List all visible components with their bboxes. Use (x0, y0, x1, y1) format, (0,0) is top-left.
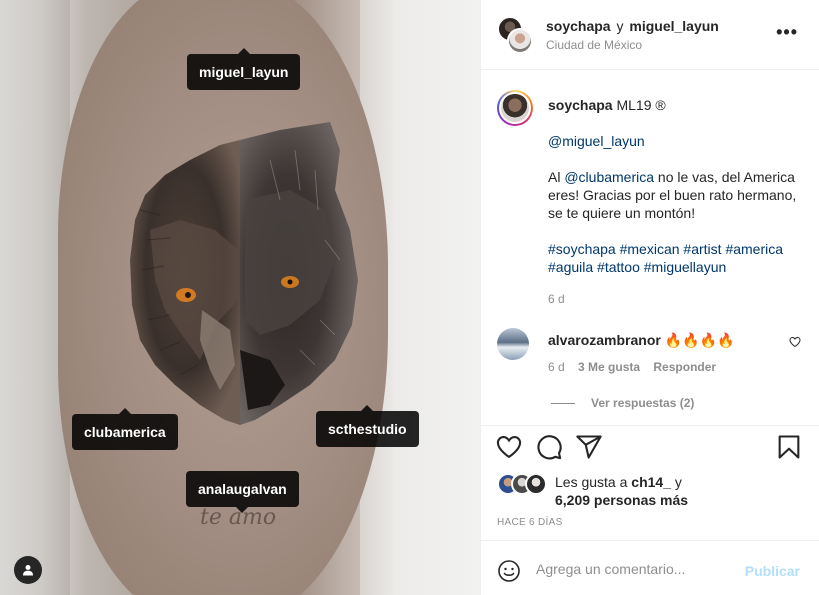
user-tag-bottom[interactable]: analaugalvan (186, 471, 299, 513)
avatar[interactable] (497, 328, 529, 360)
hashtag[interactable]: #tattoo (597, 259, 640, 275)
caption-text-prefix: Al (548, 169, 565, 185)
comment-username[interactable]: alvarozambranor (548, 332, 661, 348)
post-header: soychapa y miguel_layun Ciudad de México… (481, 0, 819, 70)
heart-icon[interactable] (789, 336, 801, 348)
caption-mention[interactable]: @miguel_layun (548, 133, 645, 149)
add-comment-bar: Publicar (481, 540, 819, 595)
user-tag-top[interactable]: miguel_layun (187, 48, 301, 90)
caption-avatar[interactable] (497, 90, 533, 126)
collab-avatars[interactable] (497, 16, 533, 54)
user-tags-button[interactable] (14, 556, 42, 584)
tattoo-eagle-wolf (130, 122, 358, 425)
more-icon[interactable]: ••• (776, 22, 798, 43)
header-user-2[interactable]: miguel_layun (629, 18, 718, 34)
comment-input[interactable] (536, 557, 736, 581)
post-date[interactable]: HACE 6 DÍAS (497, 517, 563, 528)
likes-connector: y (670, 474, 682, 490)
caption-area: soychapa ML19 ® @miguel_layun Al @clubam… (481, 70, 819, 425)
user-tag-left[interactable]: clubamerica (72, 408, 178, 450)
likes-prefix: Les gusta a (555, 474, 632, 490)
liker-avatars[interactable] (497, 473, 553, 495)
hashtag[interactable]: #artist (683, 241, 721, 257)
emoji-icon[interactable] (497, 559, 521, 583)
share-icon[interactable] (575, 433, 603, 461)
bookmark-icon[interactable] (775, 433, 803, 461)
caption-title: ML19 ® (616, 97, 666, 113)
reply-button[interactable]: Responder (653, 360, 716, 374)
likes-summary: Les gusta a ch14_ y 6,209 personas más (497, 473, 807, 513)
likes-count-link[interactable]: 6,209 personas más (555, 492, 688, 508)
hashtag[interactable]: #america (725, 241, 783, 257)
avatar (507, 28, 533, 54)
hashtag[interactable]: #aguila (548, 259, 593, 275)
publish-button[interactable]: Publicar (745, 563, 800, 579)
likes-text: Les gusta a ch14_ y 6,209 personas más (555, 473, 688, 509)
hashtag[interactable]: #soychapa (548, 241, 616, 257)
actions-section: Les gusta a ch14_ y 6,209 personas más H… (481, 425, 819, 540)
comment-icon[interactable] (535, 433, 563, 461)
header-user-1[interactable]: soychapa (546, 18, 611, 34)
post-side-panel: soychapa y miguel_layun Ciudad de México… (480, 0, 819, 595)
comment-text: 🔥🔥🔥🔥 (664, 332, 735, 348)
caption-time[interactable]: 6 d (548, 290, 808, 308)
avatar (525, 473, 547, 495)
caption-mention-club[interactable]: @clubamerica (564, 169, 654, 185)
view-replies-label: Ver respuestas (2) (591, 396, 695, 410)
hashtag[interactable]: #miguellayun (644, 259, 727, 275)
header-conjunction: y (616, 18, 624, 34)
comment-likes[interactable]: 3 Me gusta (578, 360, 640, 374)
user-tag-right[interactable]: scthestudio (316, 405, 419, 447)
caption-body: soychapa ML19 ® @miguel_layun Al @clubam… (548, 96, 808, 308)
header-usernames: soychapa y miguel_layun (546, 18, 719, 34)
post-photo[interactable]: miguel_layun clubamerica scthestudio ana… (0, 0, 480, 595)
heart-icon[interactable] (495, 433, 523, 461)
person-icon (23, 565, 33, 576)
liker-username[interactable]: ch14_ (631, 474, 671, 490)
view-replies-button[interactable]: Ver respuestas (2) (551, 396, 694, 410)
hashtag[interactable]: #mexican (620, 241, 680, 257)
divider (551, 402, 575, 404)
hashtags: #soychapa #mexican #artist #america #agu… (548, 240, 808, 276)
location-link[interactable]: Ciudad de México (546, 38, 642, 52)
caption-username[interactable]: soychapa (548, 97, 613, 113)
script-tattoo-text: te amo (200, 505, 277, 530)
comment-time[interactable]: 6 d (548, 360, 565, 374)
